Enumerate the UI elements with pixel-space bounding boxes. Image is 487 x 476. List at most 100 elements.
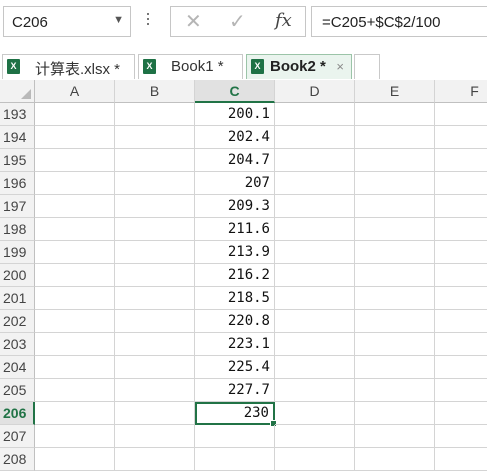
row-header[interactable]: 194 (0, 126, 35, 149)
grid-cell[interactable] (355, 103, 435, 126)
grid-cell[interactable] (115, 287, 195, 310)
grid-cell[interactable] (195, 425, 275, 448)
row-header[interactable]: 198 (0, 218, 35, 241)
grid-cell[interactable] (275, 264, 355, 287)
row-header[interactable]: 204 (0, 356, 35, 379)
grid-cell[interactable] (435, 149, 487, 172)
grid-cell[interactable]: 207 (195, 172, 275, 195)
insert-function-icon[interactable]: fx (275, 10, 292, 31)
grid-cell[interactable] (275, 379, 355, 402)
grid-cell[interactable]: 220.8 (195, 310, 275, 333)
grid-cell[interactable] (275, 356, 355, 379)
grid-cell[interactable] (275, 172, 355, 195)
grid-cell[interactable] (275, 195, 355, 218)
grid-cell[interactable] (35, 425, 115, 448)
grid-cell[interactable] (435, 448, 487, 471)
row-header[interactable]: 193 (0, 103, 35, 126)
grid-cell[interactable]: 200.1 (195, 103, 275, 126)
grid-cell[interactable] (435, 310, 487, 333)
grid-cell[interactable] (355, 287, 435, 310)
grid-cell[interactable] (355, 149, 435, 172)
grid-cell[interactable] (275, 126, 355, 149)
grid-cell[interactable] (275, 218, 355, 241)
chevron-down-icon[interactable]: ▼ (113, 14, 124, 26)
grid-cell[interactable] (115, 402, 195, 425)
grid-cell[interactable]: 202.4 (195, 126, 275, 149)
column-header-b[interactable]: B (115, 80, 195, 103)
grid-cell[interactable] (355, 310, 435, 333)
grid-cell[interactable] (115, 241, 195, 264)
grid-cell[interactable] (355, 402, 435, 425)
close-icon[interactable]: × (336, 59, 344, 74)
grid-cell[interactable] (115, 264, 195, 287)
grid-cell[interactable] (355, 448, 435, 471)
tab-jisuanbiao[interactable]: X 计算表.xlsx * (2, 54, 135, 79)
row-header[interactable]: 206 (0, 402, 35, 425)
column-header-c[interactable]: C (195, 80, 275, 103)
grid-cell[interactable] (435, 402, 487, 425)
grid-cell[interactable] (355, 218, 435, 241)
tab-book2[interactable]: X Book2 * × (246, 54, 352, 79)
grid-cell[interactable] (435, 241, 487, 264)
active-cell[interactable]: 230 (195, 402, 277, 427)
grid-cell[interactable] (115, 126, 195, 149)
grid-cell[interactable] (35, 379, 115, 402)
grid-cell[interactable] (435, 218, 487, 241)
grid-cell[interactable] (435, 287, 487, 310)
grid-cell[interactable] (275, 402, 355, 425)
grid-cell[interactable] (115, 103, 195, 126)
grid-cell[interactable] (435, 195, 487, 218)
grid-cell[interactable] (435, 264, 487, 287)
grid-cell[interactable] (35, 149, 115, 172)
grid-cell[interactable] (435, 425, 487, 448)
grid-cell[interactable] (35, 287, 115, 310)
grid-cell[interactable]: 209.3 (195, 195, 275, 218)
grid-cell[interactable]: 225.4 (195, 356, 275, 379)
grid-cell[interactable] (35, 448, 115, 471)
grid-cell[interactable]: 223.1 (195, 333, 275, 356)
grid-cell[interactable] (35, 264, 115, 287)
column-header-e[interactable]: E (355, 80, 435, 103)
grid-cell[interactable] (355, 356, 435, 379)
select-all-button[interactable] (0, 80, 35, 103)
name-box[interactable]: C206 ▼ (3, 6, 131, 37)
drag-handle-icon[interactable] (145, 10, 151, 30)
grid-cell[interactable] (115, 218, 195, 241)
grid-cell[interactable] (275, 103, 355, 126)
grid-cell[interactable] (355, 241, 435, 264)
grid-cell[interactable] (355, 379, 435, 402)
grid-cell[interactable] (275, 287, 355, 310)
row-header[interactable]: 203 (0, 333, 35, 356)
grid-cell[interactable] (355, 172, 435, 195)
grid-cell[interactable] (195, 448, 275, 471)
grid-cell[interactable] (115, 379, 195, 402)
grid-cell[interactable] (35, 103, 115, 126)
column-header-f[interactable]: F (435, 80, 487, 103)
grid-cell[interactable] (435, 356, 487, 379)
grid-cell[interactable] (35, 333, 115, 356)
column-header-a[interactable]: A (35, 80, 115, 103)
grid-cell[interactable]: 213.9 (195, 241, 275, 264)
grid-cell[interactable] (35, 172, 115, 195)
grid-cell[interactable] (115, 310, 195, 333)
grid-cell[interactable] (275, 448, 355, 471)
grid-cell[interactable] (435, 333, 487, 356)
grid-cell[interactable] (35, 241, 115, 264)
grid-cell[interactable] (35, 402, 115, 425)
grid-cell[interactable] (435, 103, 487, 126)
grid-cell[interactable] (115, 149, 195, 172)
grid-cell[interactable] (355, 425, 435, 448)
grid-cell[interactable] (35, 356, 115, 379)
grid-cell[interactable] (355, 195, 435, 218)
cancel-icon[interactable]: ✕ (185, 9, 202, 34)
grid-cell[interactable] (355, 126, 435, 149)
grid-cell[interactable] (435, 379, 487, 402)
row-header[interactable]: 197 (0, 195, 35, 218)
grid-cell[interactable] (275, 333, 355, 356)
row-header[interactable]: 205 (0, 379, 35, 402)
grid-cell[interactable] (355, 333, 435, 356)
grid-cell[interactable] (275, 310, 355, 333)
grid-cell[interactable]: 218.5 (195, 287, 275, 310)
row-header[interactable]: 196 (0, 172, 35, 195)
grid-cell[interactable] (275, 241, 355, 264)
